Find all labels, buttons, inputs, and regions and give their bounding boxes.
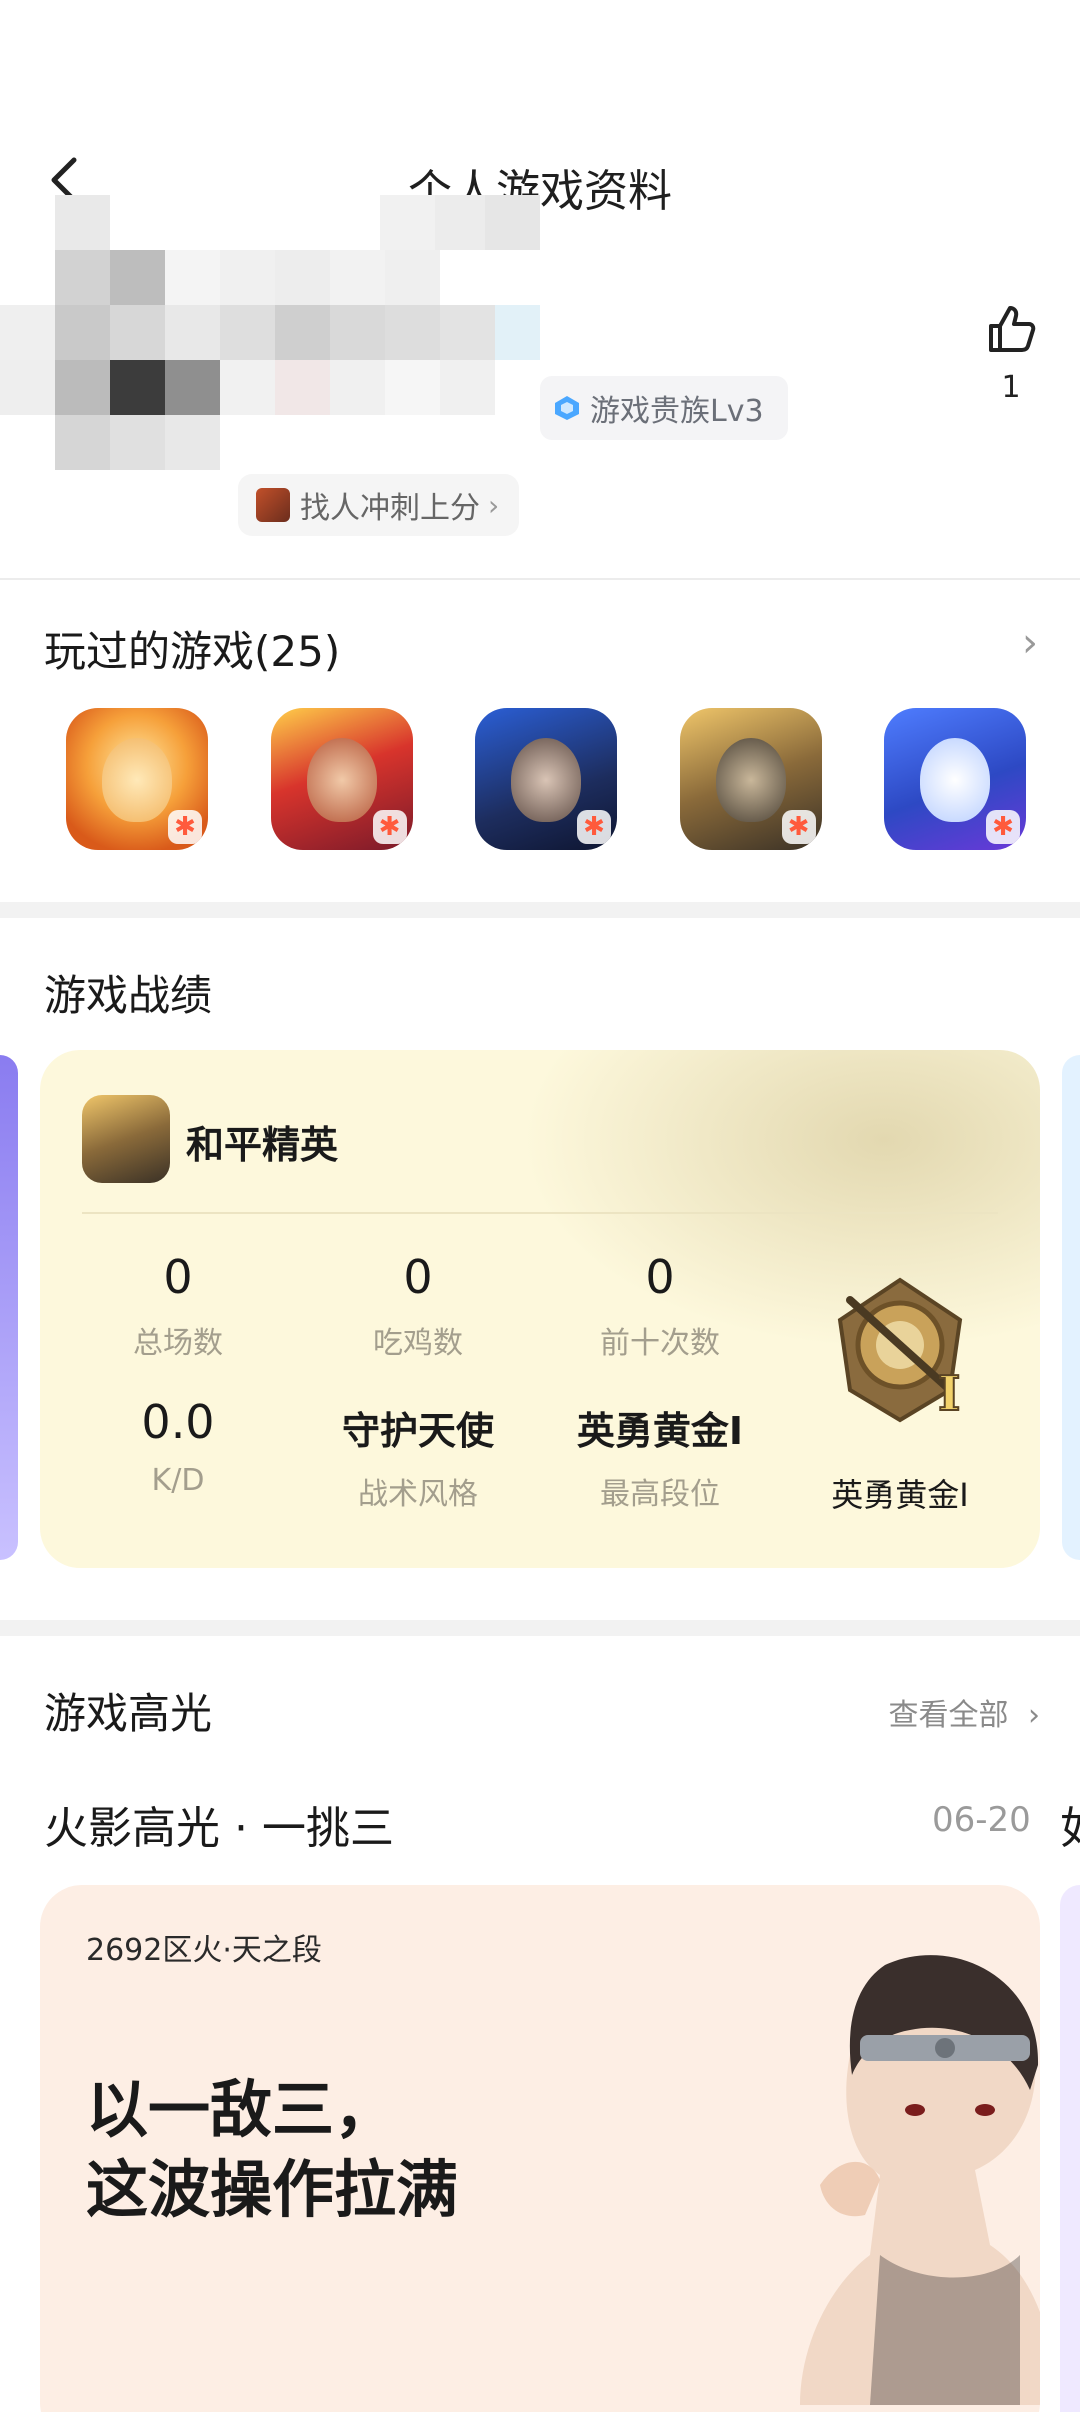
find-chip-label: 找人冲刺上分	[300, 491, 480, 526]
honor-of-kings-icon[interactable]: ✱	[270, 708, 413, 850]
chevron-right-icon: ›	[1028, 1698, 1040, 1733]
rank-label: 英勇黄金Ⅰ	[831, 1476, 969, 1514]
next-highlight-card-peek[interactable]	[1060, 1885, 1080, 2412]
like-count: 1	[1001, 370, 1021, 405]
see-all-link[interactable]: 查看全部 ›	[888, 1690, 1040, 1734]
highlight-card[interactable]: 2692区火·天之段 以一敌三， 这波操作拉满	[40, 1885, 1040, 2412]
hero-avatar-icon	[256, 488, 290, 522]
stat-kd: 0.0 K/D	[141, 1395, 215, 1498]
naruto-game-icon[interactable]: ✱	[66, 708, 208, 850]
headline-line-2: 这波操作拉满	[86, 2153, 459, 2226]
highlight-item-title[interactable]: 火影高光 · 一挑三	[44, 1792, 394, 1856]
teamfight-icon[interactable]: ✱	[884, 708, 1026, 850]
stat-tactical-style: 守护天使 战术风格	[341, 1409, 494, 1512]
divider	[0, 578, 1080, 580]
diamond-gem-icon	[555, 396, 579, 420]
find-teammates-chip[interactable]: 找人冲刺上分 ›	[238, 474, 520, 536]
svg-text:I: I	[938, 1366, 960, 1422]
played-games-list: ✱ ✱ ✱ ✱ ✱	[66, 708, 1026, 852]
peace-elite-icon[interactable]: ✱	[679, 708, 822, 850]
see-all-label: 查看全部	[888, 1698, 1009, 1733]
record-card[interactable]: 和平精英 0 总场数 0 吃鸡数 0 前十次数 0.0 K/D 守护天使 战术风…	[40, 1050, 1040, 1568]
game-center-badge-icon: ✱	[781, 810, 816, 844]
section-divider	[0, 902, 1080, 918]
highlights-title: 游戏高光	[44, 1689, 213, 1738]
stat-top-ten: 0 前十次数	[600, 1250, 720, 1361]
stat-chicken-dinners: 0 吃鸡数	[373, 1250, 463, 1361]
highlight-item-date: 06-20	[932, 1800, 1031, 1840]
game-center-badge-icon: ✱	[168, 810, 202, 844]
game-center-badge-icon: ✱	[577, 810, 611, 844]
headline-line-1: 以一敌三，	[86, 2073, 397, 2146]
stat-highest-rank: 英勇黄金Ⅰ 最高段位	[576, 1409, 744, 1512]
thumbs-up-icon	[989, 306, 1036, 352]
chevron-right-icon: ›	[488, 488, 500, 522]
like-button[interactable]: 1	[975, 300, 1047, 405]
records-title: 游戏战绩	[44, 971, 213, 1020]
played-games-arrow-icon[interactable]: ›	[1022, 620, 1038, 666]
section-divider	[0, 1620, 1080, 1636]
highlight-card-headline: 以一敌三， 这波操作拉满	[86, 2070, 458, 2230]
ninja-character-art	[800, 1955, 1040, 2405]
crossfire-icon[interactable]: ✱	[475, 708, 617, 850]
highlight-card-subtitle: 2692区火·天之段	[86, 1933, 322, 1968]
game-center-badge-icon: ✱	[986, 810, 1020, 844]
next-record-card-peek[interactable]	[1062, 1055, 1080, 1560]
prev-record-card-peek[interactable]	[0, 1055, 18, 1560]
noble-badge-label: 游戏贵族Lv3	[590, 394, 764, 429]
pixelated-avatar	[0, 195, 540, 475]
played-games-title: 玩过的游戏(25)	[44, 627, 341, 676]
stat-total-matches: 0 总场数	[133, 1250, 223, 1361]
next-highlight-title-peek: 如	[1060, 1792, 1080, 1856]
game-center-badge-icon: ✱	[372, 810, 407, 844]
gold-rank-emblem-icon: I	[837, 1277, 963, 1423]
peace-elite-icon	[82, 1095, 170, 1183]
record-game-name: 和平精英	[186, 1123, 339, 1167]
divider	[82, 1212, 998, 1214]
game-noble-badge[interactable]: 游戏贵族Lv3	[540, 376, 788, 440]
